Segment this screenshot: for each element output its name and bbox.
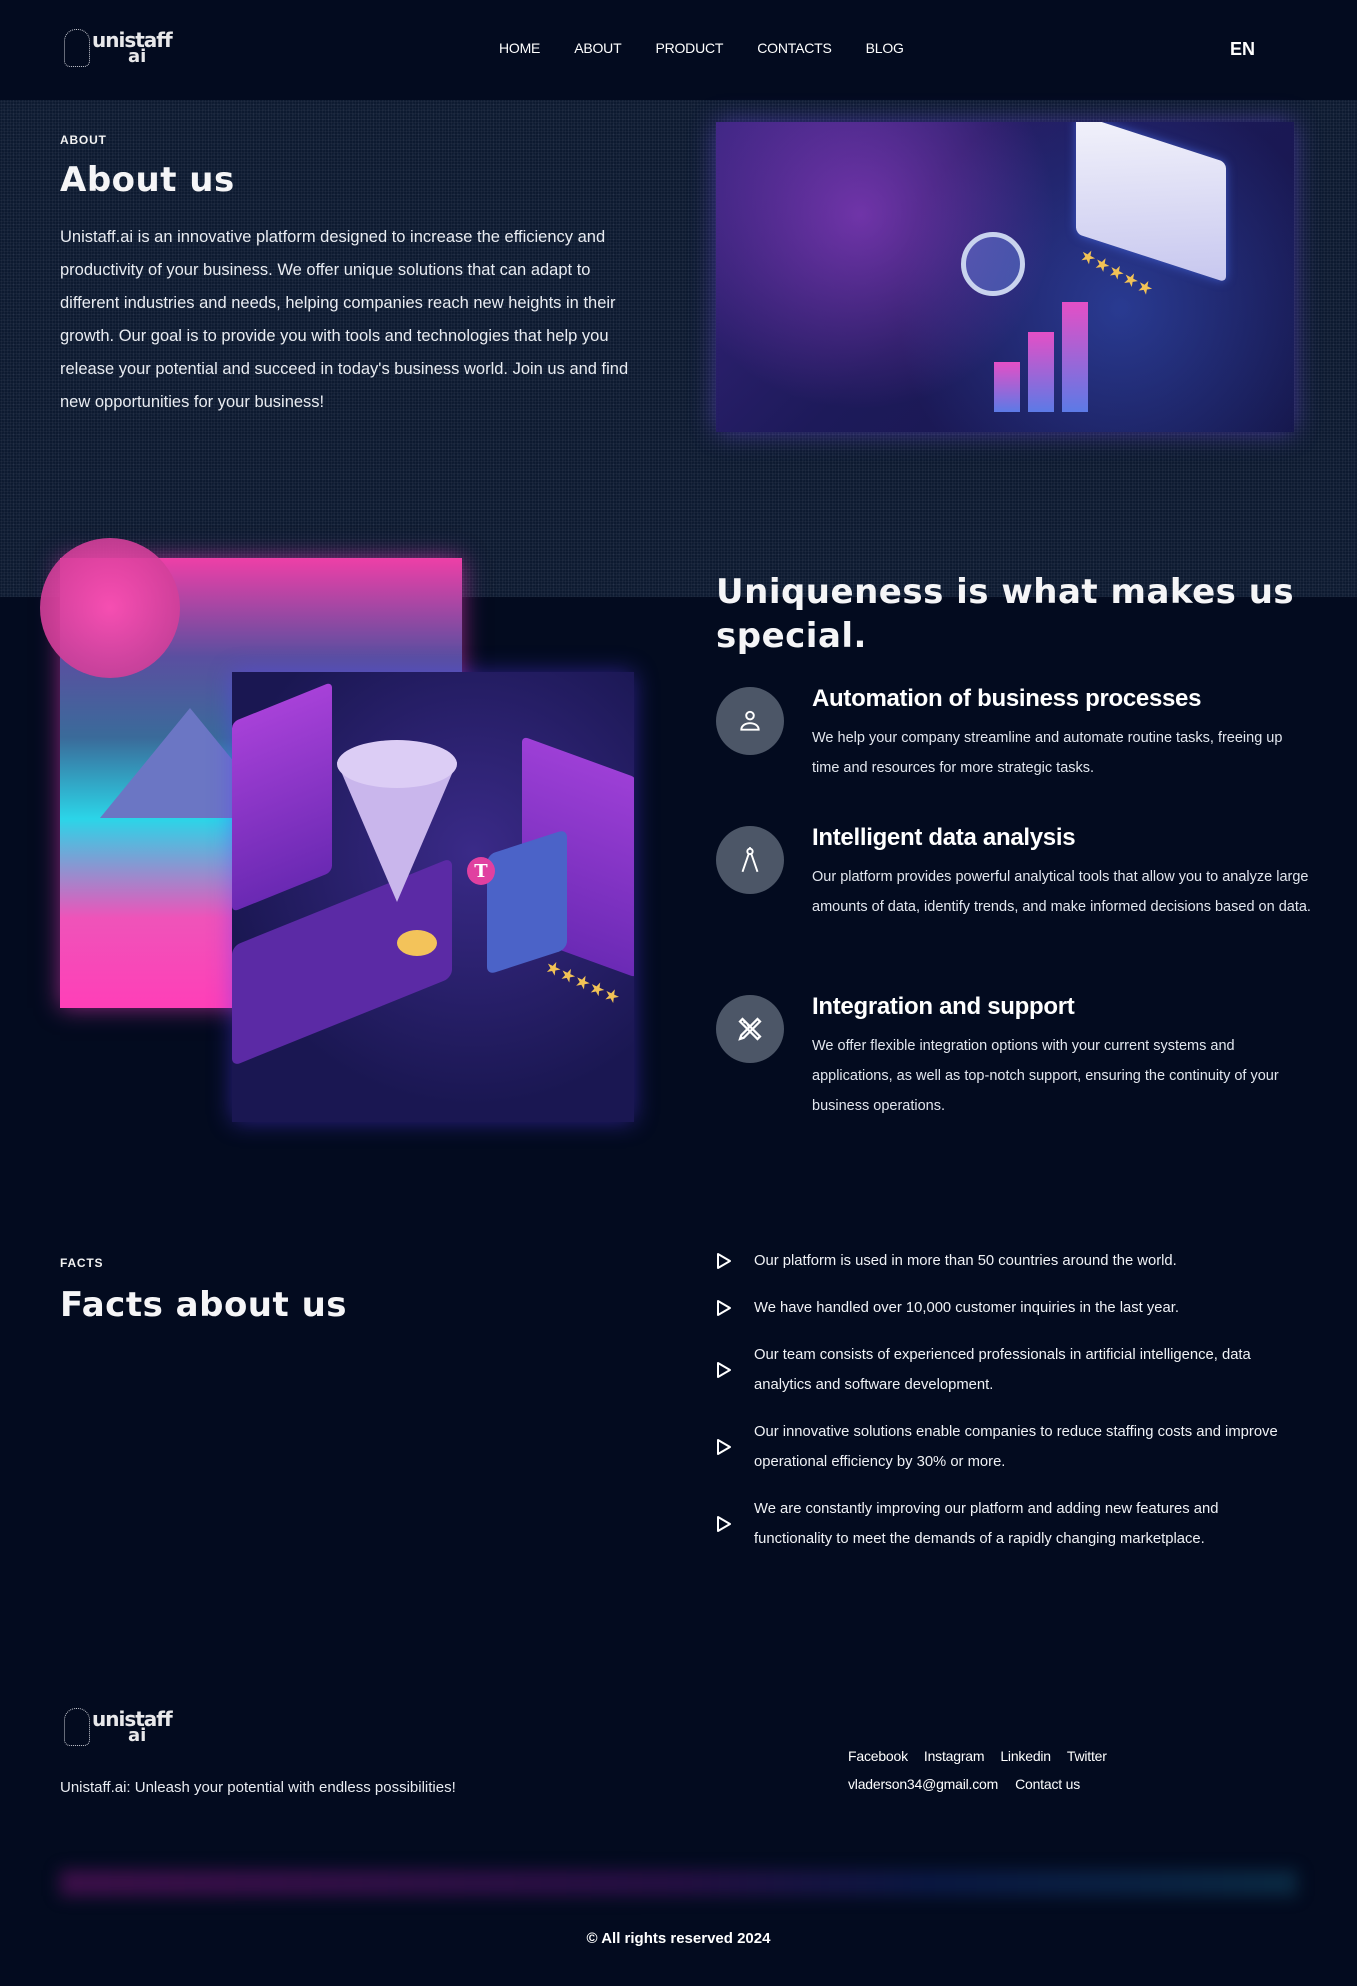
about-illustration: ★★★★★ — [716, 122, 1294, 432]
feature-title: Integration and support — [812, 993, 1075, 1020]
bar-graphic — [994, 362, 1020, 412]
footer-tagline: Unistaff.ai: Unleash your potential with… — [60, 1779, 456, 1796]
feature-title: Intelligent data analysis — [812, 824, 1076, 851]
fact-text: We have handled over 10,000 customer inq… — [754, 1300, 1179, 1316]
fact-text: Our platform is used in more than 50 cou… — [754, 1253, 1177, 1269]
uniqueness-title: Uniqueness is what makes us special. — [716, 572, 1295, 656]
logo-wordmark: unistaff ai — [92, 1709, 173, 1746]
fact-text: We are constantly improving our platform… — [754, 1501, 1219, 1547]
logo-text-bottom: ai — [128, 45, 147, 67]
play-triangle-icon — [717, 1300, 731, 1316]
bar-graphic — [1028, 332, 1054, 412]
nav-home[interactable]: HOME — [499, 40, 540, 56]
main-nav: HOME ABOUT PRODUCT CONTACTS BLOG — [499, 40, 904, 56]
footer-logo[interactable]: unistaff ai — [64, 1708, 173, 1746]
play-triangle-icon — [717, 1439, 731, 1455]
logo-bust-icon — [64, 29, 90, 67]
fact-text: Our team consists of experienced profess… — [754, 1347, 1251, 1393]
about-title: About us — [60, 160, 235, 200]
logo-wordmark: unistaff ai — [92, 30, 173, 67]
feature-title: Automation of business processes — [812, 685, 1202, 712]
document-graphic — [487, 829, 567, 975]
facebook-link[interactable]: Facebook — [848, 1748, 908, 1764]
play-triangle-icon — [717, 1253, 731, 1269]
linkedin-link[interactable]: Linkedin — [1000, 1748, 1051, 1764]
facts-title: Facts about us — [60, 1285, 348, 1325]
nav-product[interactable]: PRODUCT — [655, 40, 723, 56]
copyright-text: © All rights reserved 2024 — [586, 1930, 771, 1947]
funnel-illustration: T ★★★★★ — [232, 672, 634, 1122]
feature-text: We offer flexible integration options wi… — [812, 1038, 1279, 1114]
tools-icon — [716, 995, 784, 1063]
fact-text: Our innovative solutions enable companie… — [754, 1424, 1278, 1470]
instagram-link[interactable]: Instagram — [924, 1748, 985, 1764]
magnifier-graphic — [961, 232, 1025, 296]
contact-links: vladerson34@gmail.com Contact us — [848, 1776, 1080, 1792]
laptop-screen-graphic — [232, 681, 332, 913]
logo-bust-icon — [64, 1708, 90, 1746]
moon-graphic — [40, 538, 180, 678]
logo-text-bottom: ai — [128, 1724, 147, 1746]
about-description: Unistaff.ai is an innovative platform de… — [60, 228, 629, 411]
twitter-link[interactable]: Twitter — [1067, 1748, 1107, 1764]
nav-about[interactable]: ABOUT — [574, 40, 621, 56]
site-header: unistaff ai HOME ABOUT PRODUCT CONTACTS … — [0, 0, 1357, 100]
coins-graphic — [397, 930, 437, 956]
nav-contacts[interactable]: CONTACTS — [757, 40, 832, 56]
gradient-divider — [60, 1870, 1297, 1896]
language-switcher[interactable]: EN — [1230, 39, 1255, 60]
compass-icon — [716, 826, 784, 894]
email-link[interactable]: vladerson34@gmail.com — [848, 1776, 998, 1792]
header-logo[interactable]: unistaff ai — [64, 29, 173, 67]
feature-text: We help your company streamline and auto… — [812, 730, 1283, 776]
contact-us-link[interactable]: Contact us — [1015, 1776, 1080, 1792]
social-links: Facebook Instagram Linkedin Twitter — [848, 1748, 1107, 1764]
nav-blog[interactable]: BLOG — [866, 40, 904, 56]
facts-eyebrow: FACTS — [60, 1256, 104, 1270]
bar-graphic — [1062, 302, 1088, 412]
text-badge-icon: T — [467, 857, 495, 885]
play-triangle-icon — [717, 1362, 731, 1378]
feature-text: Our platform provides powerful analytica… — [812, 869, 1311, 915]
user-icon — [716, 687, 784, 755]
funnel-top-graphic — [337, 740, 457, 788]
about-eyebrow: ABOUT — [60, 133, 107, 147]
play-triangle-icon — [717, 1516, 731, 1532]
